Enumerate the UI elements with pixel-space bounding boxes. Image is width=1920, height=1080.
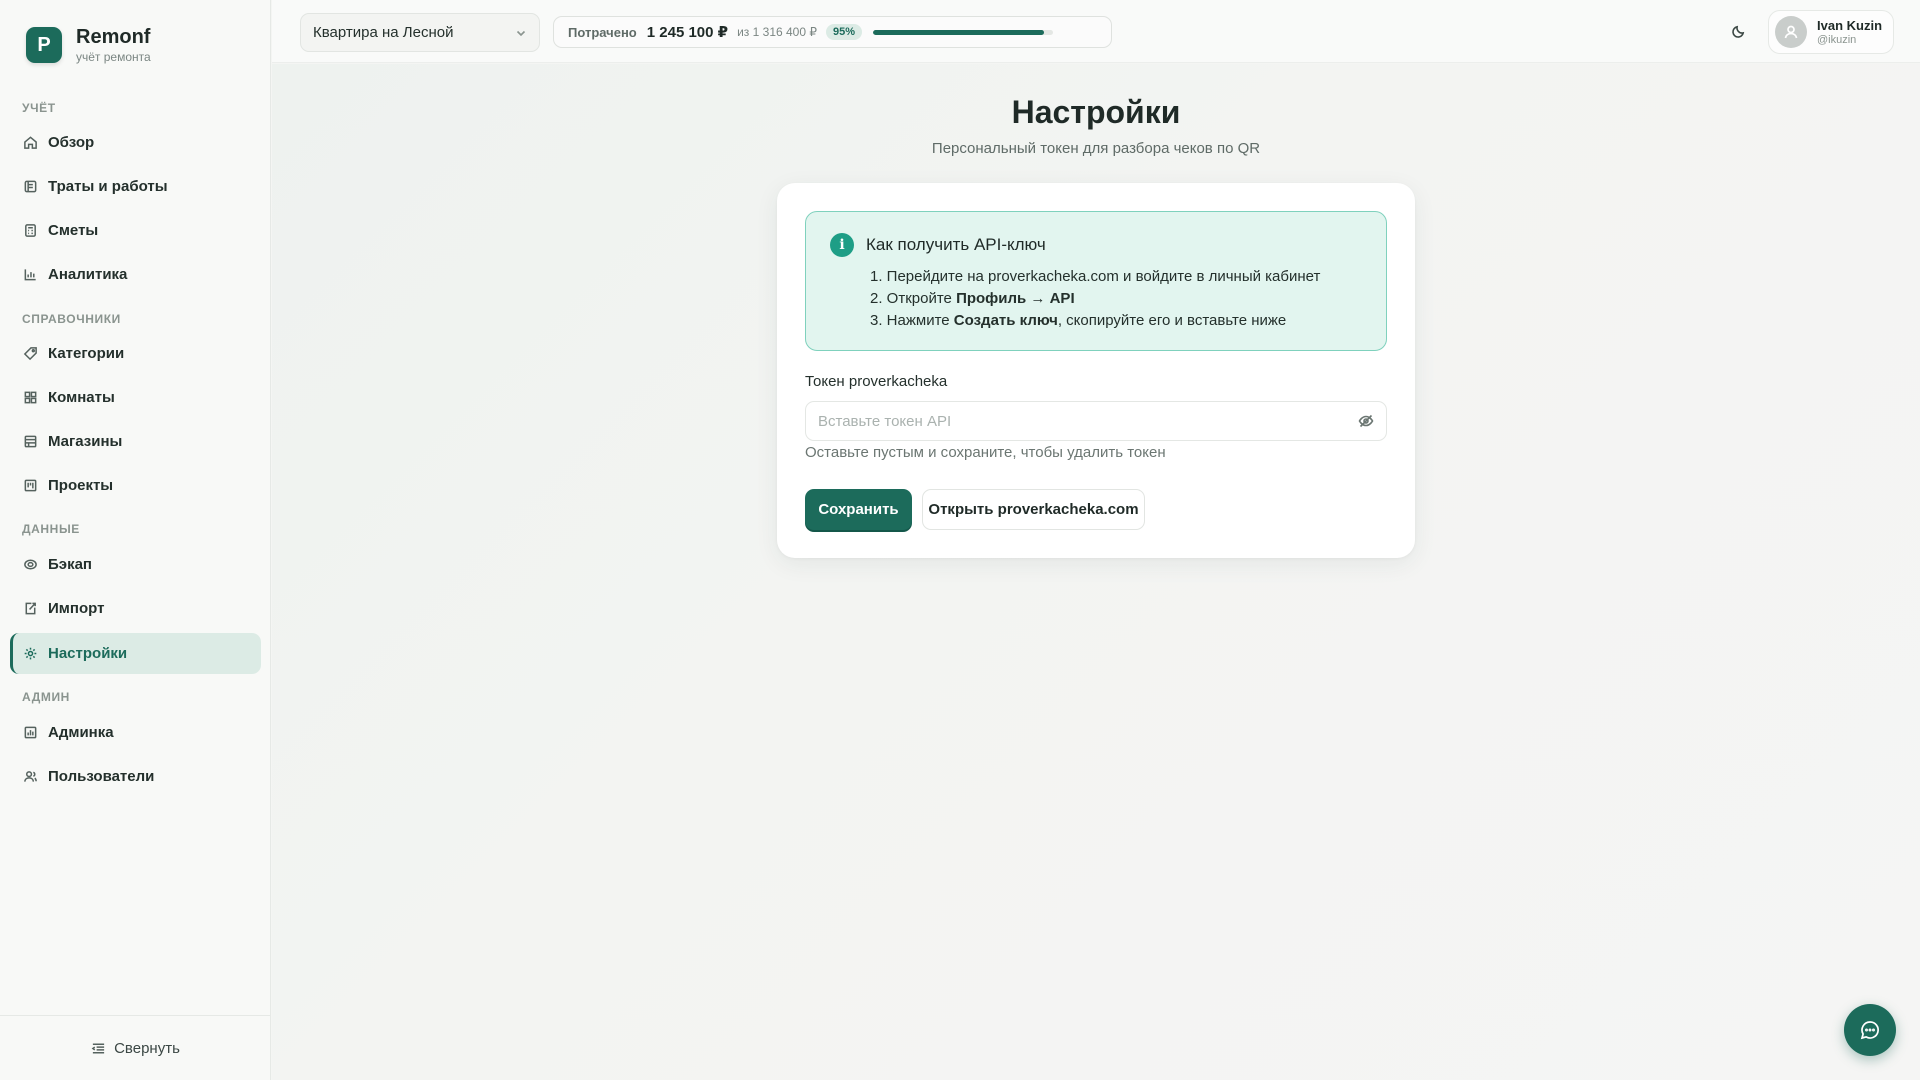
collapse-sidebar-button[interactable]: Свернуть xyxy=(0,1015,271,1080)
toggle-visibility-button[interactable] xyxy=(1357,413,1375,429)
admin-chart-icon xyxy=(22,725,38,741)
sidebar-item-overview[interactable]: Обзор xyxy=(10,122,261,163)
info-step-1: 1. Перейдите на proverkacheka.com и войд… xyxy=(870,268,1321,285)
info-step-3: 3. Нажмите Создать ключ, скопируйте его … xyxy=(870,312,1287,329)
grid-icon xyxy=(22,390,38,406)
sidebar-item-label: Проекты xyxy=(48,477,114,494)
sidebar-item-label: Обзор xyxy=(48,134,95,151)
gear-icon xyxy=(22,646,38,662)
avatar xyxy=(1775,16,1807,48)
chat-button[interactable] xyxy=(1844,1004,1896,1056)
collapse-icon xyxy=(91,1043,105,1053)
sidebar-item-categories[interactable]: Категории xyxy=(10,333,261,374)
budget-progress-track xyxy=(873,29,1054,35)
sidebar-item-projects[interactable]: Проекты xyxy=(10,465,261,506)
calculator-icon xyxy=(22,223,38,239)
sidebar-item-estimates[interactable]: Сметы xyxy=(10,210,261,251)
sidebar-item-label: Настройки xyxy=(48,645,128,662)
token-field-label: Токен proverkacheka xyxy=(805,373,948,390)
brand-subtitle: учёт ремонта xyxy=(76,50,151,64)
budget-spent: 1 245 100 ₽ xyxy=(646,24,729,41)
sidebar-item-label: Пользователи xyxy=(48,768,155,785)
brand-logo: P xyxy=(26,27,62,63)
sidebar-item-rooms[interactable]: Комнаты xyxy=(10,377,261,418)
sidebar-item-analytics[interactable]: Аналитика xyxy=(10,254,261,295)
info-title: Как получить API-ключ xyxy=(866,235,1046,254)
token-input[interactable] xyxy=(805,401,1387,441)
sidebar-item-import[interactable]: Импорт xyxy=(10,588,261,629)
user-menu-button[interactable]: Ivan Kuzin @ikuzin xyxy=(1768,10,1894,54)
main-content: Настройки Персональный токен для разбора… xyxy=(272,64,1920,1080)
moon-icon xyxy=(1731,25,1744,38)
chevron-down-icon xyxy=(516,30,526,36)
chat-icon xyxy=(1860,1021,1879,1040)
bar-chart-icon xyxy=(22,267,38,283)
sidebar-item-settings[interactable]: Настройки xyxy=(10,633,261,674)
brand[interactable]: P Remonf учёт ремонта xyxy=(26,26,151,64)
collapse-label: Свернуть xyxy=(114,1039,180,1057)
budget-indicator: Потрачено 1 245 100 ₽ из 1 316 400 ₽ 95% xyxy=(553,16,1112,48)
nav-section-admin: Админ xyxy=(22,690,70,704)
info-steps: 1. Перейдите на proverkacheka.com и войд… xyxy=(870,266,1320,332)
top-header: Квартира на Лесной Потрачено 1 245 100 ₽… xyxy=(272,0,1920,63)
sidebar-item-label: Аналитика xyxy=(48,266,128,283)
user-icon xyxy=(1784,25,1798,39)
sidebar-item-label: Магазины xyxy=(48,433,123,450)
budget-label: Потрачено xyxy=(568,24,637,40)
sidebar-item-label: Траты и работы xyxy=(48,178,168,195)
api-key-info-box: i Как получить API-ключ 1. Перейдите на … xyxy=(805,211,1387,351)
sidebar-item-label: Админка xyxy=(48,724,114,741)
database-icon xyxy=(22,557,38,573)
home-icon xyxy=(22,135,38,151)
budget-progress-fill xyxy=(873,29,1045,35)
nav-section-references: Справочники xyxy=(22,312,121,326)
users-icon xyxy=(22,769,38,785)
import-icon xyxy=(22,601,38,617)
sidebar-item-users[interactable]: Пользователи xyxy=(10,756,261,797)
sidebar: P Remonf учёт ремонта Учёт Обзор Траты и… xyxy=(0,0,271,1080)
store-icon xyxy=(22,434,38,450)
sidebar-item-expenses[interactable]: Траты и работы xyxy=(10,166,261,207)
project-select[interactable]: Квартира на Лесной xyxy=(300,13,540,52)
page-title: Настройки xyxy=(1011,94,1181,130)
save-button[interactable]: Сохранить xyxy=(805,489,912,530)
project-select-value: Квартира на Лесной xyxy=(313,24,454,41)
budget-total: из 1 316 400 ₽ xyxy=(737,25,817,39)
user-name: Ivan Kuzin xyxy=(1817,17,1883,33)
sidebar-item-label: Импорт xyxy=(48,600,105,617)
eye-off-icon xyxy=(1358,414,1374,428)
sidebar-item-label: Сметы xyxy=(48,222,99,239)
page-subtitle: Персональный токен для разбора чеков по … xyxy=(931,140,1261,157)
nav-section-accounting: Учёт xyxy=(22,101,56,115)
info-step-2: 2. Откройте Профиль → API xyxy=(870,290,1075,307)
brand-name: Remonf xyxy=(76,26,151,48)
sidebar-item-admin[interactable]: Админка xyxy=(10,712,261,753)
sidebar-item-label: Категории xyxy=(48,345,125,362)
tag-icon xyxy=(22,346,38,362)
user-handle: @ikuzin xyxy=(1817,33,1857,46)
info-icon: i xyxy=(830,233,854,257)
kanban-icon xyxy=(22,478,38,494)
token-field-hint: Оставьте пустым и сохраните, чтобы удали… xyxy=(805,444,1166,461)
theme-toggle-button[interactable] xyxy=(1725,18,1751,44)
sidebar-item-label: Комнаты xyxy=(48,389,115,406)
sidebar-item-stores[interactable]: Магазины xyxy=(10,421,261,462)
settings-card: i Как получить API-ключ 1. Перейдите на … xyxy=(777,183,1415,558)
sidebar-item-label: Бэкап xyxy=(48,556,92,573)
sidebar-item-backup[interactable]: Бэкап xyxy=(10,544,261,585)
budget-percent-badge: 95% xyxy=(826,24,863,40)
nav-section-data: Данные xyxy=(22,522,80,536)
open-proverkacheka-button[interactable]: Открыть proverkacheka.com xyxy=(922,489,1145,530)
receipt-icon xyxy=(22,179,38,195)
